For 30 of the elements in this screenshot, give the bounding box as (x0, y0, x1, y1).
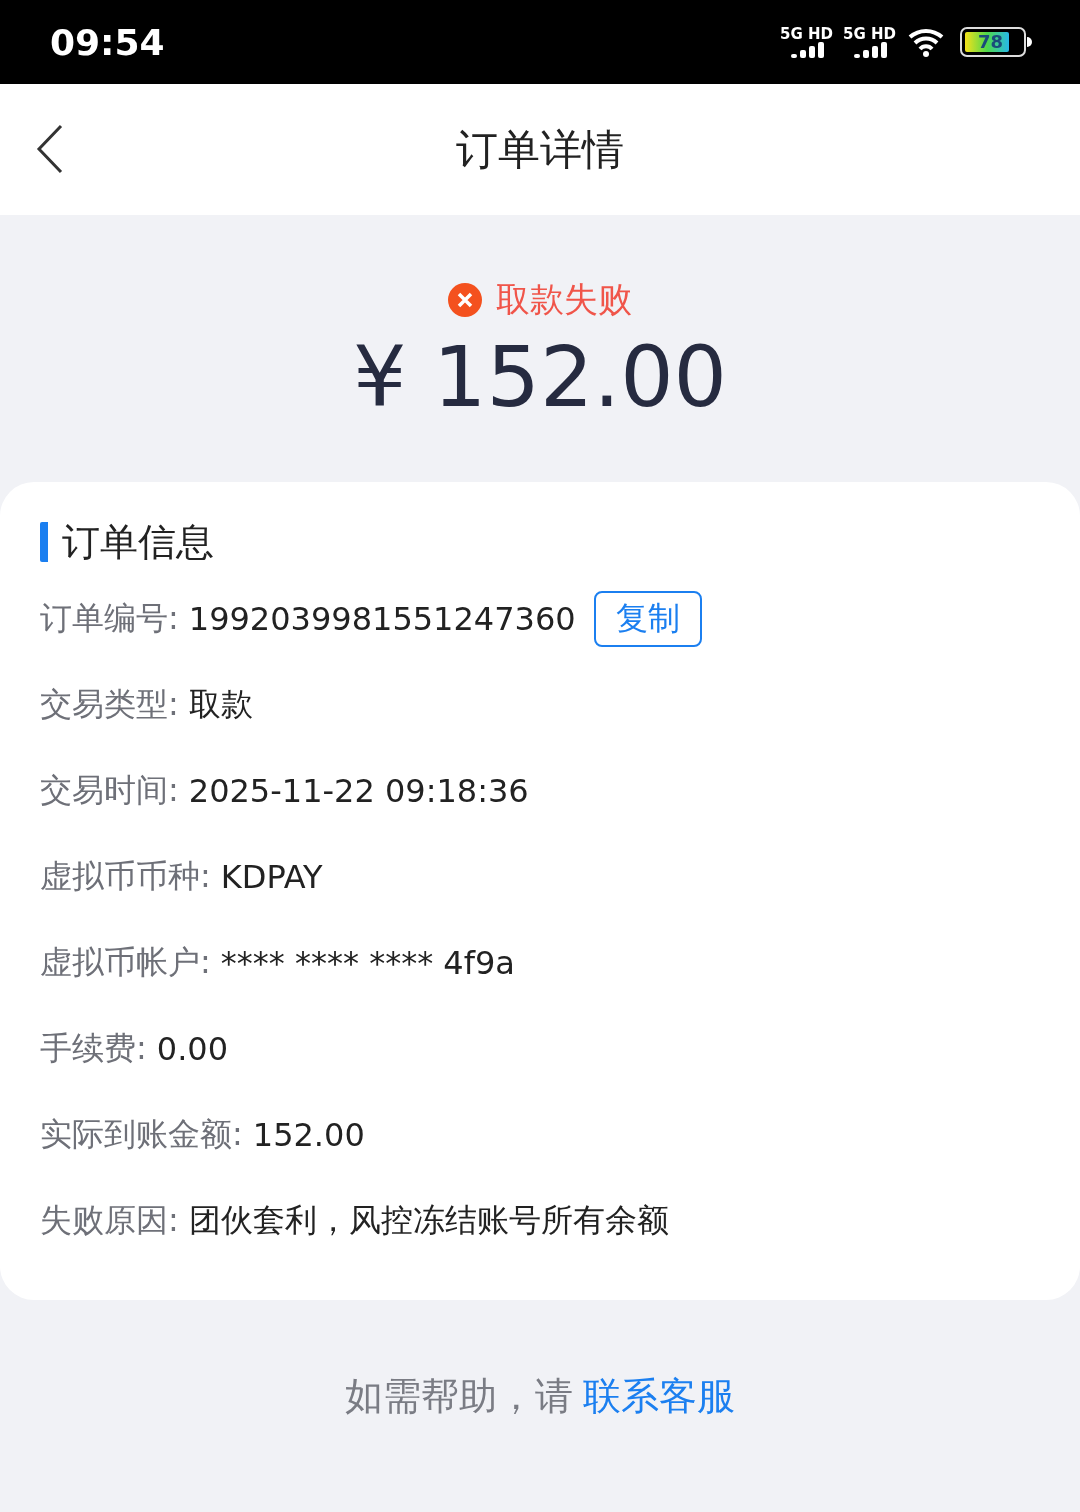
wifi-icon (908, 27, 946, 57)
status-time: 09:54 (50, 21, 166, 63)
field-label: 实际到账金额: (40, 1114, 243, 1155)
field-label: 虚拟币币种: (40, 856, 211, 897)
page-title: 订单详情 (456, 123, 624, 176)
field-value: 0.00 (156, 1030, 229, 1068)
field-value: **** **** **** 4f9a (220, 944, 515, 982)
field-label: 虚拟币帐户: (40, 942, 211, 983)
field-label: 交易类型: (40, 684, 179, 725)
field-value: 152.00 (252, 1116, 365, 1154)
field-label: 订单编号: (40, 598, 179, 639)
field-value: KDPAY (220, 858, 323, 896)
field-value: 2025-11-22 09:18:36 (188, 772, 529, 810)
signal-icon (851, 42, 888, 58)
field-value: 取款 (188, 684, 253, 725)
signal-icon (788, 42, 825, 58)
field-label: 交易时间: (40, 770, 179, 811)
network-label: 5G HD (843, 26, 896, 42)
field-value: 1992039981551247360 (188, 600, 576, 638)
amount: ¥ 152.00 (352, 327, 728, 427)
field-value: 团伙套利，风控冻结账号所有余额 (188, 1200, 669, 1241)
contact-link[interactable]: 联系客服 (583, 1370, 735, 1422)
copy-button[interactable]: 复制 (593, 591, 702, 647)
field-label: 手续费: (40, 1028, 147, 1069)
back-icon[interactable] (36, 124, 64, 174)
help-text: 如需帮助，请 (345, 1372, 573, 1420)
status-text: 取款失败 (496, 278, 632, 321)
field-label: 失败原因: (40, 1200, 179, 1241)
network-label: 5G HD (780, 26, 833, 42)
section-title: 订单信息 (40, 522, 1040, 562)
